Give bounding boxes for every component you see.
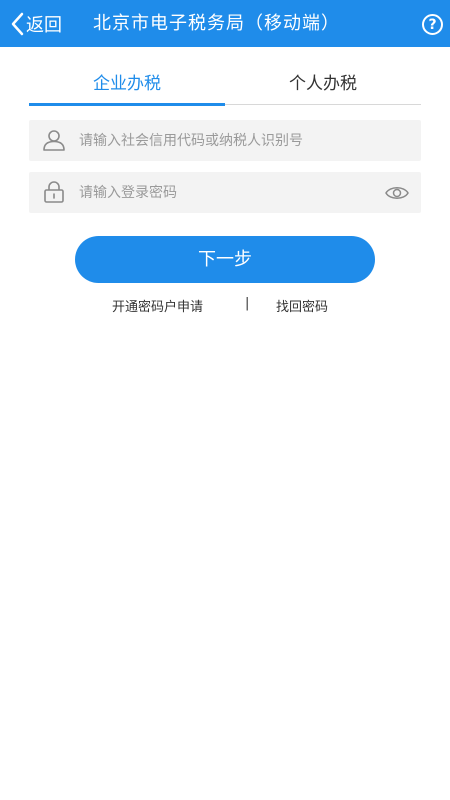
tab-enterprise[interactable]: 企业办税: [29, 66, 225, 106]
lock-icon: [44, 181, 64, 203]
taxpayer-id-input[interactable]: [79, 120, 379, 161]
user-icon: [43, 130, 65, 151]
open-account-link[interactable]: 开通密码户申请: [112, 296, 203, 315]
help-button[interactable]: ?: [422, 14, 443, 35]
eye-icon[interactable]: [385, 183, 409, 203]
password-field: [29, 172, 421, 213]
link-separator: |: [245, 296, 250, 311]
back-button[interactable]: 返回: [10, 0, 62, 47]
tab-personal[interactable]: 个人办税: [225, 66, 421, 105]
find-password-link[interactable]: 找回密码: [276, 296, 328, 315]
header-bar: 返回 北京市电子税务局（移动端） ?: [0, 0, 450, 47]
taxpayer-id-field: [29, 120, 421, 161]
question-icon: ?: [428, 16, 437, 33]
chevron-left-icon: [11, 12, 24, 35]
back-label: 返回: [26, 14, 62, 36]
page-title: 北京市电子税务局（移动端）: [93, 13, 340, 34]
login-type-tabs: 企业办税 个人办税: [29, 66, 421, 106]
next-button[interactable]: 下一步: [75, 236, 375, 283]
footer-links: 开通密码户申请 | 找回密码: [0, 296, 450, 316]
password-input[interactable]: [79, 172, 379, 213]
